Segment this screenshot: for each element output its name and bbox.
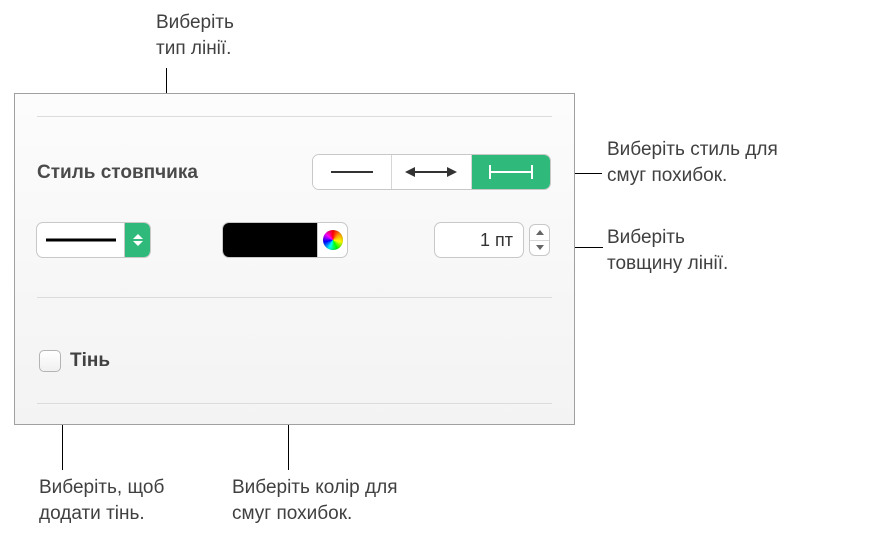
- callout-shadow: Виберіть, щоб додати тінь.: [39, 475, 164, 526]
- color-wheel-icon: [323, 230, 343, 250]
- separator: [37, 297, 552, 298]
- line-width-stepper[interactable]: 1 пт: [434, 222, 550, 258]
- line-width-field[interactable]: 1 пт: [434, 222, 524, 258]
- stepper-down[interactable]: [530, 241, 549, 256]
- section-title-bar-style: Стиль стовпчика: [37, 162, 198, 184]
- line-color-well[interactable]: [222, 222, 348, 258]
- line-type-preview: [37, 237, 124, 243]
- error-bar-style-line[interactable]: [313, 155, 392, 189]
- solid-line-icon: [46, 237, 116, 243]
- double-arrow-icon: [405, 166, 457, 178]
- line-type-disclosure[interactable]: [124, 223, 150, 257]
- chevron-down-icon: [536, 245, 544, 250]
- bar-style-panel: Стиль стовпчика: [14, 93, 575, 425]
- shadow-checkbox-label: Тінь: [70, 350, 110, 372]
- line-icon: [329, 167, 375, 177]
- chevron-down-icon: [133, 241, 143, 246]
- callout-line-type: Виберіть тип лінії.: [156, 10, 234, 61]
- chevron-up-icon: [133, 234, 143, 239]
- separator: [37, 116, 552, 117]
- shadow-checkbox[interactable]: [39, 350, 61, 372]
- callout-error-style: Виберіть стиль для смуг похибок.: [607, 137, 778, 188]
- color-swatch[interactable]: [223, 223, 317, 257]
- separator: [37, 403, 552, 404]
- color-picker-button[interactable]: [317, 223, 347, 257]
- chevron-up-icon: [536, 230, 544, 235]
- capped-line-icon: [486, 163, 536, 181]
- callout-line-width: Виберіть товщину лінії.: [607, 225, 728, 276]
- error-bar-style-segmented[interactable]: [312, 154, 551, 190]
- error-bar-style-caps[interactable]: [472, 155, 550, 189]
- error-bar-style-arrows[interactable]: [392, 155, 471, 189]
- callout-color: Виберіть колір для смуг похибок.: [232, 475, 397, 526]
- line-type-popup[interactable]: [36, 222, 151, 258]
- stepper-up[interactable]: [530, 225, 549, 241]
- line-width-stepper-buttons[interactable]: [529, 224, 550, 256]
- shadow-checkbox-row: Тінь: [39, 350, 110, 372]
